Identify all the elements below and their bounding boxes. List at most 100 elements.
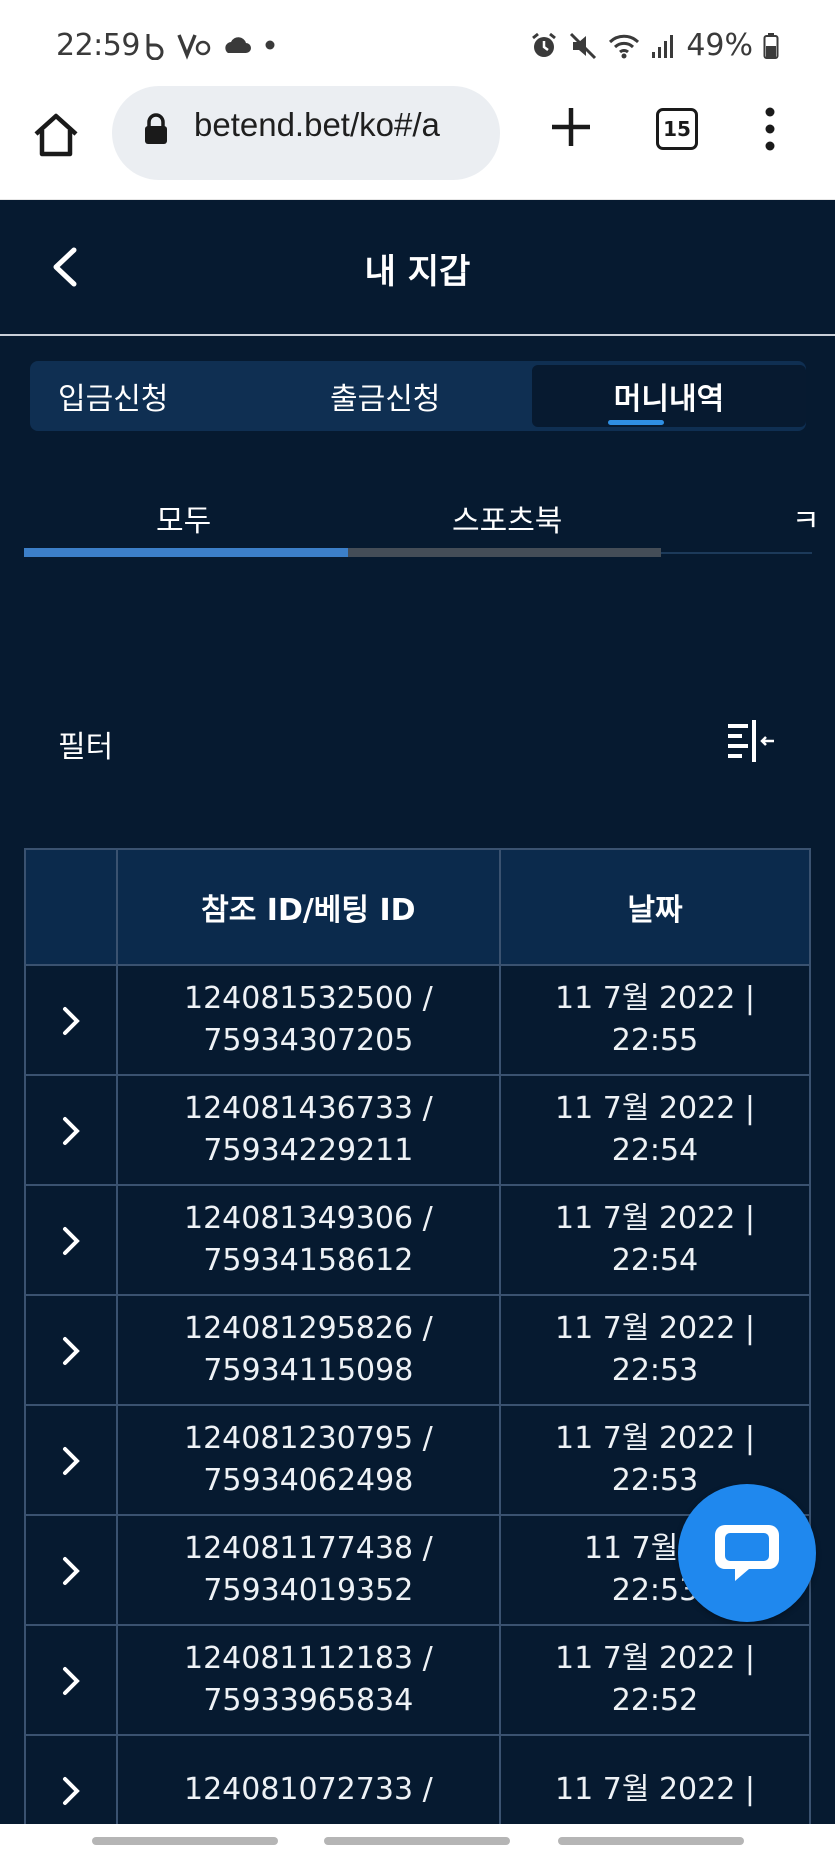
table-row[interactable]: 124081349306 / 75934158612 11 7월 2022 | 22… [24,1184,812,1296]
battery-icon [763,32,779,59]
main-tabs: 입금신청 출금신청 머니내역 [30,361,806,431]
lock-icon [145,113,167,144]
tab-switcher-button[interactable]: 15 [656,108,698,150]
live-chat-button[interactable] [678,1484,816,1622]
subtab-sportsbook[interactable]: 스포츠북 [452,496,562,540]
reference-id: 124081349306 / [183,1201,433,1236]
date-cell: 11 7월 2022 | 22:53 [498,1294,812,1406]
wallet-page: 내 지갑 입금신청 출금신청 머니내역 모두 스포츠북 ㅋ 필터 참조 ID/베… [0,200,835,1824]
page-title: 내 지갑 [364,252,471,292]
sub-tabs: 모두 스포츠북 ㅋ [24,460,820,570]
table-row[interactable]: 124081436733 / 75934229211 11 7월 2022 | 22… [24,1074,812,1186]
bet-id: 75933965834 [203,1683,414,1718]
browser-toolbar: betend.bet/ko#/a 15 [0,86,835,200]
bet-id: 75934019352 [203,1573,414,1608]
date: 11 7월 2022 | [555,1421,755,1456]
chevron-right-icon[interactable] [60,1114,82,1148]
id-cell: 124081349306 / 75934158612 [115,1184,501,1296]
page-header: 내 지갑 [0,200,835,336]
id-cell: 124081436733 / 75934229211 [115,1074,501,1186]
bet-id: 75934115098 [203,1353,414,1388]
subtab-active-indicator [24,548,348,557]
expand-cell[interactable] [24,1624,118,1736]
chevron-right-icon[interactable] [60,1224,82,1258]
reference-id: 124081072733 / [183,1772,433,1807]
chevron-right-icon[interactable] [60,1334,82,1368]
v-icon [177,34,211,60]
status-right-icons: 49% [530,28,779,63]
bet-id: 75934307205 [203,1023,414,1058]
reference-id: 124081177438 / [183,1531,433,1566]
table-row[interactable]: 124081295826 / 75934115098 11 7월 2022 | 22… [24,1294,812,1406]
date-cell: 11 7월 2022 | 22:52 [498,1624,812,1736]
table-header-row: 참조 ID/베팅 ID 날짜 [24,848,812,966]
chevron-right-icon[interactable] [60,1554,82,1588]
reference-id: 124081295826 / [183,1311,433,1346]
bet-id: 75934229211 [203,1133,414,1168]
table-row[interactable]: 124081532500 / 75934307205 11 7월 2022 | 22… [24,964,812,1076]
reference-id: 124081436733 / [183,1091,433,1126]
nav-home-handle[interactable] [324,1837,510,1845]
wifi-icon [609,34,640,58]
tab-deposit-request[interactable]: 입금신청 [58,361,168,431]
alarm-icon [532,32,557,57]
expand-cell[interactable] [24,1184,118,1296]
chevron-right-icon[interactable] [60,1664,82,1698]
bet-id: 75934158612 [203,1243,414,1278]
date: 11 7월 2022 | [555,1201,755,1236]
expand-cell[interactable] [24,1404,118,1516]
expand-cell[interactable] [24,1074,118,1186]
reference-id: 124081112183 / [183,1641,433,1676]
filter-collapse-icon[interactable] [726,720,776,762]
table-row[interactable]: 124081112183 / 75933965834 11 7월 2022 | 22… [24,1624,812,1736]
reference-id: 124081532500 / [183,981,433,1016]
system-nav-bar [0,1824,835,1856]
dot-icon [265,40,275,50]
chevron-right-icon[interactable] [60,1774,82,1808]
reference-id: 124081230795 / [183,1421,433,1456]
id-cell: 124081177438 / 75934019352 [115,1514,501,1626]
date-cell: 11 7월 2022 | 22:55 [498,964,812,1076]
column-header-reference-id: 참조 ID/베팅 ID [115,848,501,966]
new-tab-icon[interactable] [548,104,594,150]
time: 22:54 [611,1243,699,1278]
nav-back-handle[interactable] [558,1837,744,1845]
column-header-expand [24,848,118,966]
expand-cell[interactable] [24,1734,118,1824]
date: 11 7월 2022 | [555,1641,755,1676]
expand-cell[interactable] [24,964,118,1076]
table-row[interactable]: 124081230795 /75934062498 11 7월 2022 | 22… [24,1404,812,1516]
subtab-casino[interactable]: ㅋ [792,496,820,540]
more-menu-icon[interactable] [760,106,780,152]
mute-icon [570,32,597,59]
status-time: 22:59 [56,28,140,63]
chevron-right-icon[interactable] [60,1004,82,1038]
id-cell: 124081072733 / [115,1734,501,1824]
tab-count: 15 [663,117,691,141]
date-cell: 11 7월 2022 | [498,1734,812,1824]
table-row[interactable]: 124081072733 / 11 7월 2022 | [24,1734,812,1824]
cloud-icon [225,37,251,53]
date: 11 7월 2022 | [555,1772,755,1807]
subtab-all[interactable]: 모두 [156,496,211,540]
active-tab-indicator [608,420,664,425]
filter-label[interactable]: 필터 [58,722,113,766]
expand-cell[interactable] [24,1294,118,1406]
expand-cell[interactable] [24,1514,118,1626]
home-icon[interactable] [30,108,82,160]
signal-icon [652,34,674,58]
date: 11 7월 2022 | [555,981,755,1016]
date: 11 7월 2022 | [555,1091,755,1126]
beta-b-icon [146,34,164,60]
nav-recents-handle[interactable] [92,1837,278,1845]
id-cell: 124081295826 / 75934115098 [115,1294,501,1406]
url-text[interactable]: betend.bet/ko#/a [194,106,494,144]
tab-money-history[interactable]: 머니내역 [532,365,806,427]
id-cell: 124081230795 / 75934062498 [115,1404,501,1516]
address-bar[interactable]: betend.bet/ko#/a [112,86,500,180]
chat-bubble-icon [715,1525,779,1581]
time: 22:54 [611,1133,699,1168]
status-left-icons [142,30,280,60]
chevron-right-icon[interactable] [60,1444,82,1478]
tab-withdraw-request[interactable]: 출금신청 [330,361,440,431]
